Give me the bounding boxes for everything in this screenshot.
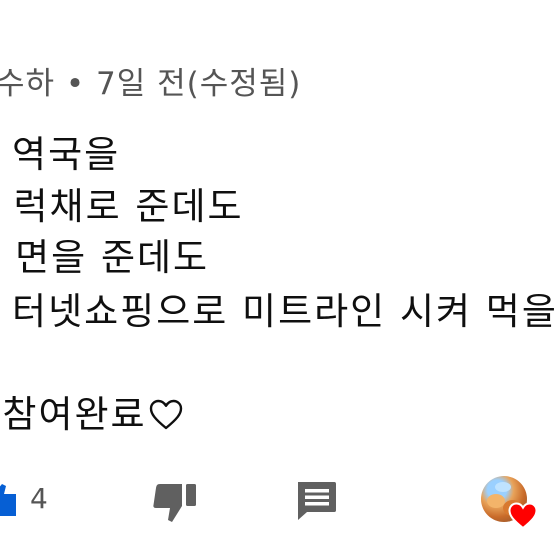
reply-comment-icon[interactable]: [295, 480, 337, 522]
comment-line-last: )참여완료: [0, 384, 183, 440]
comment-line: l 역국을: [0, 133, 121, 176]
comment-card: 수하 • 7일 전(수정됨) l 역국을 . 럭채로 준데도 - 면을 준데도 …: [0, 0, 560, 560]
avatar-detail: [495, 482, 511, 492]
heart-outline-icon: [149, 397, 183, 440]
comment-line: l 터넷쇼핑으로 미트라인 시켜 먹을: [0, 290, 558, 333]
like-count: 4: [30, 482, 48, 515]
comment-actions: 4: [0, 476, 560, 530]
comment-line-text: )참여완료: [0, 393, 147, 436]
comment-line: - 면을 준데도: [0, 236, 210, 279]
comment-meta: 수하 • 7일 전(수정됨): [0, 66, 302, 102]
red-heart-icon: [508, 502, 538, 530]
thumb-down-icon[interactable]: [152, 480, 200, 524]
creator-heart-badge[interactable]: [478, 476, 542, 532]
comment-line: . 럭채로 준데도: [0, 185, 244, 228]
thumb-up-icon[interactable]: [0, 482, 16, 516]
